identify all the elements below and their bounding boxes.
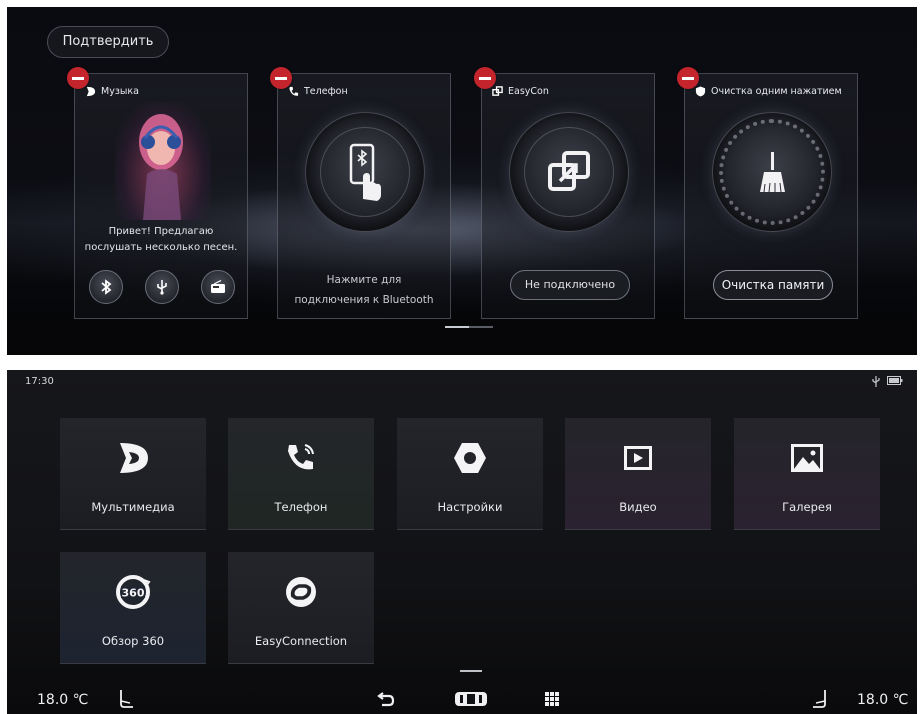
music-artwork <box>115 102 211 220</box>
app-tile-view-360[interactable]: 360 Обзор 360 <box>60 552 206 664</box>
app-label-easyconnection: EasyConnection <box>254 634 348 648</box>
app-label-video: Видео <box>619 500 657 514</box>
page-indicator <box>445 326 493 328</box>
status-bar-time: 17:30 <box>25 376 54 387</box>
easycon-link-icon <box>548 151 590 191</box>
widget-edit-screen: Подтвердить Музыка Привет! Предлагаю пос… <box>7 7 917 355</box>
shield-icon <box>695 86 706 97</box>
home-screen: 17:30 Мультимедиа Телефон Настройки Виде… <box>7 370 917 714</box>
clean-disc[interactable] <box>712 112 832 232</box>
phone-connect-caption: Нажмите для подключения к Bluetooth <box>278 270 450 310</box>
phone-handset-icon <box>289 86 299 96</box>
easycon-disc[interactable] <box>509 112 629 232</box>
settings-icon <box>397 438 543 478</box>
music-card-title: Музыка <box>101 86 139 97</box>
driver-temperature[interactable]: 18.0 ℃ <box>37 692 88 708</box>
passenger-temperature[interactable]: 18.0 ℃ <box>857 692 908 708</box>
music-card[interactable]: Музыка Привет! Предлагаю послушать неско… <box>67 67 248 319</box>
radio-icon <box>211 280 225 293</box>
app-grid-icon[interactable] <box>539 688 565 710</box>
music-greeting-line2: послушать несколько песен. <box>84 242 238 253</box>
clean-card-title: Очистка одним нажатием <box>711 86 842 97</box>
svg-text:360: 360 <box>122 587 145 600</box>
video-icon <box>565 438 711 478</box>
easycon-card-title: EasyCon <box>508 86 549 97</box>
phone-card-title: Телефон <box>304 86 348 97</box>
usb-status-icon <box>872 376 880 387</box>
home-indicator[interactable] <box>460 670 482 672</box>
easycon-status-button[interactable]: Не подключено <box>510 270 630 300</box>
gallery-icon <box>734 438 880 478</box>
app-label-multimedia: Мультимедиа <box>91 500 175 514</box>
bluetooth-connect-disc[interactable] <box>305 112 425 232</box>
phone-bluetooth-tap-icon <box>349 143 381 201</box>
confirm-button[interactable]: Подтвердить <box>47 26 169 58</box>
car-fan-icon[interactable] <box>451 688 491 710</box>
broom-icon <box>760 152 785 193</box>
view-360-icon: 360 <box>60 572 206 612</box>
phone-icon <box>228 438 374 478</box>
easycon-disc-inner-ring <box>524 127 614 217</box>
phone-card[interactable]: Телефон Нажмите для подключения к Blueto… <box>270 67 451 319</box>
back-icon[interactable] <box>373 688 399 710</box>
app-label-phone: Телефон <box>274 500 328 514</box>
music-app-icon <box>86 86 96 97</box>
music-greeting-text: Привет! Предлагаю послушать несколько пе… <box>75 224 247 256</box>
usb-icon <box>157 280 167 295</box>
app-tile-video[interactable]: Видео <box>565 418 711 530</box>
multimedia-icon <box>60 438 206 478</box>
app-tile-phone[interactable]: Телефон <box>228 418 374 530</box>
status-bar-icons <box>871 376 903 387</box>
easycon-card[interactable]: EasyCon Не подключено <box>474 67 655 319</box>
seat-left-icon[interactable] <box>113 688 139 710</box>
bluetooth-icon <box>101 279 112 295</box>
music-greeting-line1: Привет! Предлагаю <box>108 226 214 237</box>
app-label-settings: Настройки <box>437 500 503 514</box>
battery-status-icon <box>887 376 903 385</box>
easycon-small-icon <box>492 86 503 96</box>
app-label-gallery: Галерея <box>782 500 832 514</box>
bluetooth-music-button[interactable] <box>89 270 123 304</box>
app-label-view-360: Обзор 360 <box>101 634 165 648</box>
usb-music-button[interactable] <box>145 270 179 304</box>
phone-caption-line1: Нажмите для <box>326 274 402 286</box>
easyconnection-icon <box>228 572 374 612</box>
memory-clean-card[interactable]: Очистка одним нажатием Очистка памяти <box>677 67 858 319</box>
app-tile-multimedia[interactable]: Мультимедиа <box>60 418 206 530</box>
phone-caption-line2: подключения к Bluetooth <box>294 294 434 306</box>
radio-music-button[interactable] <box>201 270 235 304</box>
disc-inner-ring <box>320 127 410 217</box>
app-tile-easyconnection[interactable]: EasyConnection <box>228 552 374 664</box>
clean-disc-inner <box>727 127 817 217</box>
app-tile-gallery[interactable]: Галерея <box>734 418 880 530</box>
seat-right-icon[interactable] <box>807 688 833 710</box>
app-tile-settings[interactable]: Настройки <box>397 418 543 530</box>
clean-memory-button[interactable]: Очистка памяти <box>713 270 833 300</box>
